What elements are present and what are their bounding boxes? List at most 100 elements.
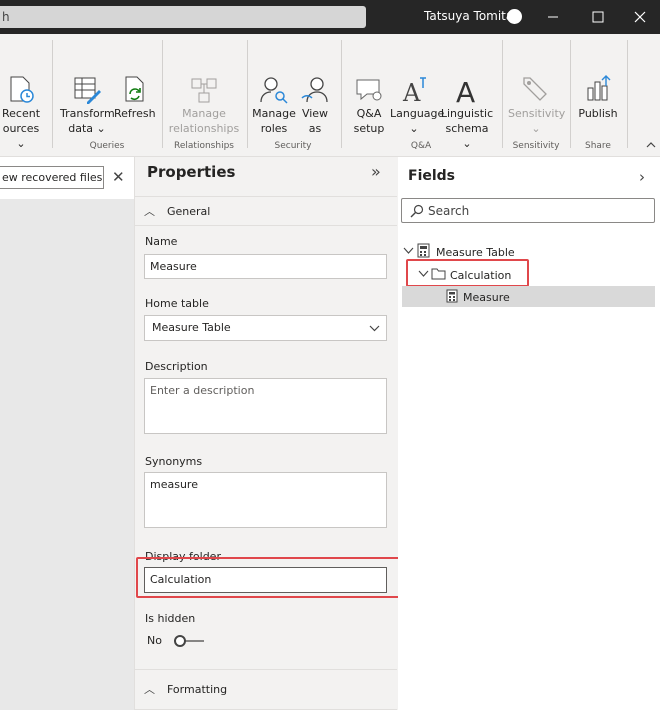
fields-search-input[interactable]: Search [401,198,655,223]
transform-data-label-1: Transform [60,107,115,120]
relationships-icon [191,78,217,103]
chevron-down-icon [403,247,414,254]
maximize-icon[interactable] [586,5,610,29]
home-table-dropdown[interactable]: Measure Table [144,315,387,341]
recent-sources-button[interactable]: Recent ources ⌄ [0,74,42,151]
properties-title: Properties [147,163,236,181]
chevron-up-icon: ︿ [144,683,155,696]
manage-relationships-button[interactable]: Manage relationships [168,74,240,136]
publish-icon [587,75,611,101]
ribbon-divider [341,40,342,148]
name-field[interactable]: Measure [144,254,387,279]
transform-data-button[interactable]: Transform data ⌄ [60,74,115,136]
measure-label: Measure [463,291,510,304]
chevron-down-icon: ⌄ [93,122,106,135]
linguistic-schema-button[interactable]: A Linguistic schema ⌄ [440,74,494,151]
group-label-security: Security [274,141,312,151]
close-icon[interactable]: ✕ [112,168,125,186]
manage-roles-icon [260,77,288,104]
collapse-ribbon-icon[interactable] [645,140,657,150]
refresh-label: Refresh [114,107,156,120]
chevron-right-icon[interactable]: › [639,168,645,186]
fields-search-placeholder: Search [428,204,470,218]
manage-relationships-label-2: relationships [168,122,240,135]
svg-text:A: A [456,76,475,106]
recent-sources-label-2: ources [2,122,40,135]
transform-data-icon [74,77,101,104]
qa-setup-button[interactable]: Q&A setup [348,74,390,136]
qa-setup-icon [356,79,382,101]
calculator-icon [417,243,430,258]
highlight-box [406,259,529,287]
avatar[interactable] [507,9,522,24]
title-search-text: h [2,10,10,24]
measure-table-label: Measure Table [436,246,515,259]
publish-button[interactable]: Publish [576,74,620,121]
synonyms-label: Synonyms [145,455,203,468]
ribbon-divider [570,40,571,148]
linguistic-schema-label-1: Linguistic [440,107,494,120]
group-label-relationships: Relationships [174,141,234,151]
language-icon: A [402,77,426,106]
tree-item-measure[interactable]: Measure [402,286,655,307]
is-hidden-value: No [147,634,162,647]
minimize-icon[interactable] [541,5,565,29]
linguistic-schema-icon: A [456,76,475,106]
manage-relationships-label-1: Manage [182,107,226,120]
transform-data-label-2: data [68,122,94,135]
chevron-up-icon: ︿ [144,205,155,218]
collapse-pane-icon[interactable]: » [371,162,381,181]
description-field[interactable]: Enter a description [144,378,387,434]
title-search-box[interactable]: h [0,6,366,28]
group-label-queries: Queries [89,141,125,151]
chevron-down-icon: ⌄ [409,122,419,135]
home-table-label: Home table [145,297,209,310]
ribbon-divider [162,40,163,148]
group-label-share: Share [585,141,611,151]
qa-setup-label-2: setup [353,122,385,135]
manage-roles-label-2: roles [260,122,288,135]
svg-text:A: A [402,79,421,106]
publish-label: Publish [578,107,618,120]
is-hidden-label: Is hidden [145,612,196,625]
view-as-icon [301,77,328,103]
chevron-down-icon: ⌄ [531,122,541,135]
view-as-button[interactable]: View as [296,74,334,136]
recent-sources-label-1: Recent [1,107,41,120]
language-button[interactable]: A Language ⌄ [390,74,445,136]
chevron-down-icon: ⌄ [16,137,26,150]
sensitivity-button[interactable]: Sensitivity ⌄ [508,74,565,136]
general-section-header[interactable]: ︿ General [134,196,397,226]
synonyms-field[interactable]: measure [144,472,387,528]
language-label: Language [390,107,445,120]
sensitivity-icon [523,77,547,101]
user-name[interactable]: Tatsuya Tomita [424,9,513,23]
view-as-label-2: as [308,122,322,135]
calculator-icon [446,289,458,303]
refresh-button[interactable]: Refresh [114,74,156,121]
view-recovered-files-button[interactable]: ew recovered files [0,166,104,189]
refresh-icon [125,76,144,102]
report-canvas [0,157,134,710]
close-icon[interactable] [628,5,652,29]
ribbon-divider [52,40,53,148]
highlight-box [136,557,406,598]
is-hidden-toggle[interactable] [172,633,206,649]
formatting-section-header[interactable]: ︿ Formatting [134,669,397,710]
title-bar: h Tatsuya Tomita [0,0,660,34]
qa-setup-label-1: Q&A [356,107,382,120]
ribbon-divider [627,40,628,148]
description-label: Description [145,360,208,373]
fields-title: Fields [408,168,456,184]
search-icon [410,204,424,218]
manage-roles-label-1: Manage [252,107,296,120]
fields-pane [398,157,660,710]
formatting-section-label: Formatting [167,683,228,696]
ribbon-divider [247,40,248,148]
name-label: Name [145,235,178,248]
manage-roles-button[interactable]: Manage roles [252,74,296,136]
group-label-qa: Q&A [410,141,432,151]
general-section-label: General [167,205,211,218]
group-label-sensitivity: Sensitivity [512,141,560,151]
chevron-down-icon [369,325,380,332]
